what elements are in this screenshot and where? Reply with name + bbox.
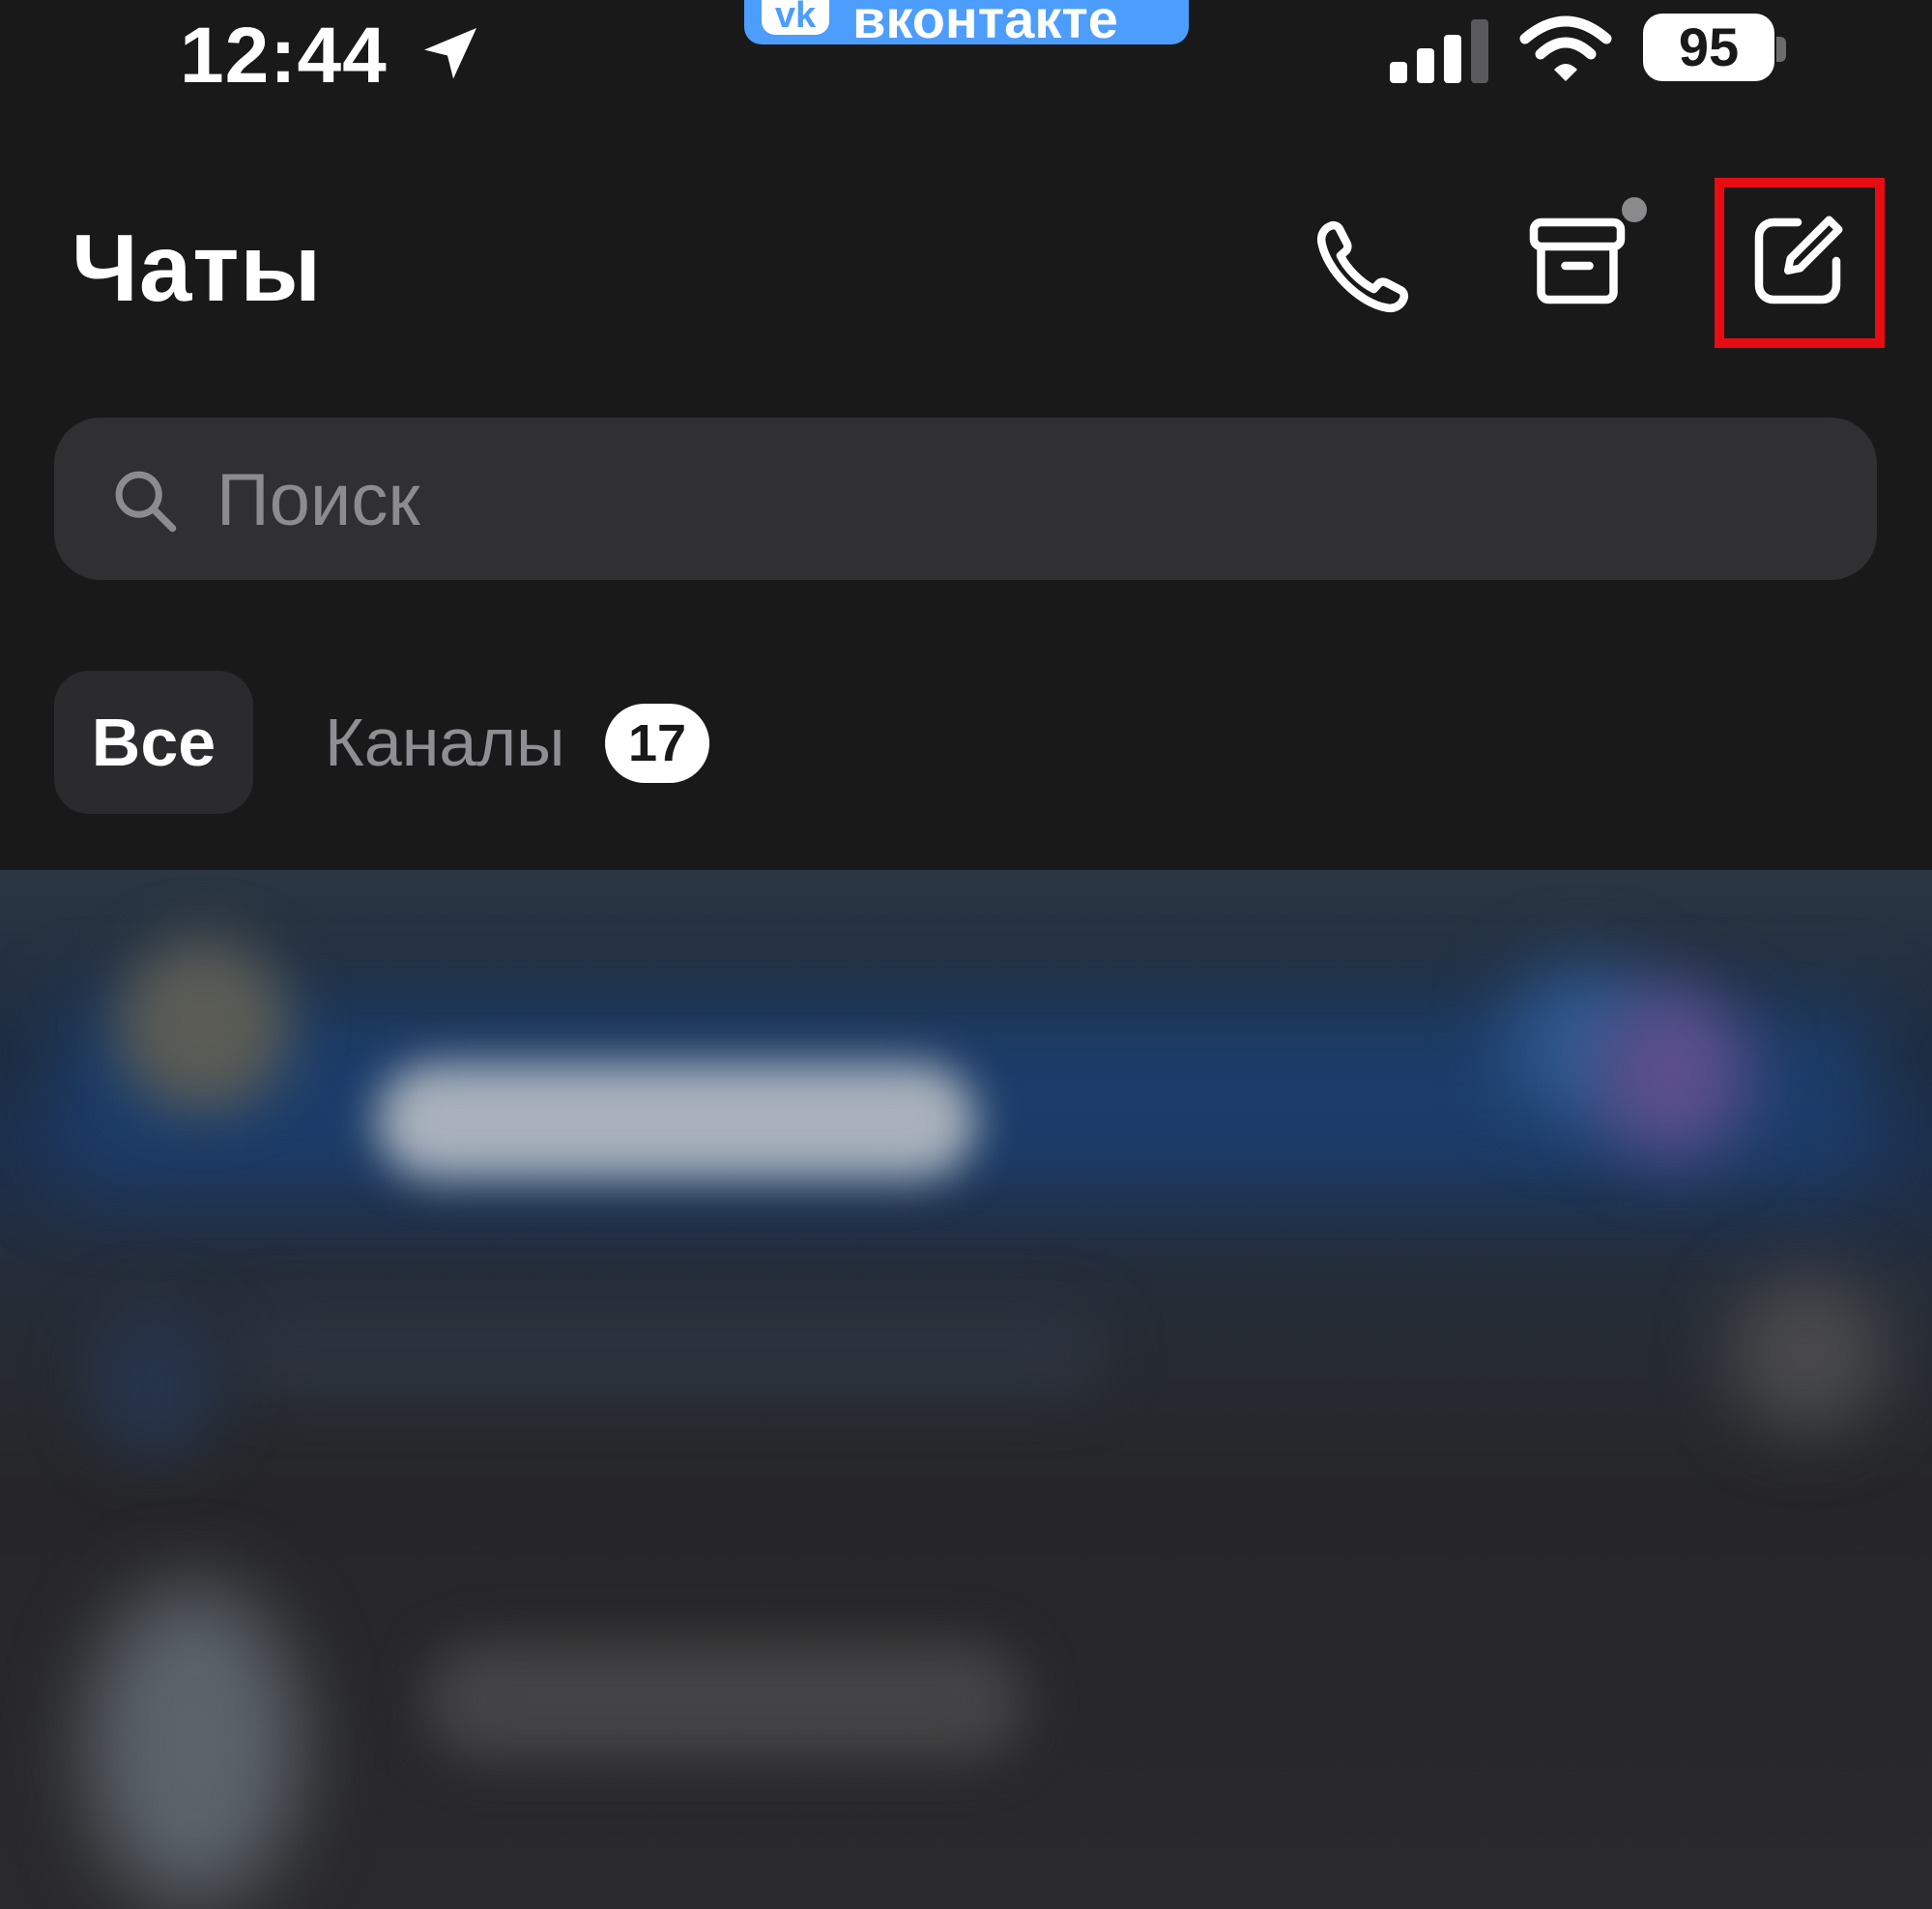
page-title: Чаты bbox=[72, 215, 323, 321]
archive-icon[interactable] bbox=[1519, 203, 1635, 319]
tab-all[interactable]: Все bbox=[54, 671, 253, 814]
compose-highlight-box bbox=[1715, 178, 1885, 348]
chat-avatar-blur bbox=[87, 1585, 300, 1904]
chat-title-blur bbox=[377, 1063, 976, 1179]
battery-cap bbox=[1776, 37, 1786, 62]
channels-count-badge: 17 bbox=[605, 704, 709, 783]
archive-notification-dot bbox=[1622, 197, 1647, 222]
chat-row-blur bbox=[1730, 1276, 1885, 1431]
search-input[interactable] bbox=[215, 441, 1765, 559]
chat-avatar-blur bbox=[87, 1305, 222, 1460]
search-icon bbox=[115, 471, 177, 533]
chat-row-blur bbox=[1595, 986, 1749, 1160]
app-return-pill[interactable]: vk вконтакте bbox=[744, 0, 1189, 49]
status-bar: 12:44 vk вконтакте 95 bbox=[0, 0, 1932, 126]
app-return-label: вконтакте bbox=[852, 0, 1118, 49]
chat-avatar-blur bbox=[116, 938, 290, 1112]
chat-list-blurred bbox=[0, 870, 1932, 1909]
chat-row-blur bbox=[232, 1315, 1102, 1392]
tab-channels[interactable]: Каналы bbox=[325, 677, 564, 808]
vk-logo-icon: vk bbox=[762, 0, 829, 35]
wifi-icon bbox=[1519, 15, 1612, 81]
location-arrow-icon bbox=[424, 28, 476, 79]
cellular-signal-icon bbox=[1390, 19, 1488, 83]
chat-title-blur bbox=[425, 1643, 1024, 1759]
phone-icon[interactable] bbox=[1305, 209, 1421, 325]
status-time: 12:44 bbox=[180, 12, 388, 100]
battery-icon: 95 bbox=[1643, 14, 1774, 81]
